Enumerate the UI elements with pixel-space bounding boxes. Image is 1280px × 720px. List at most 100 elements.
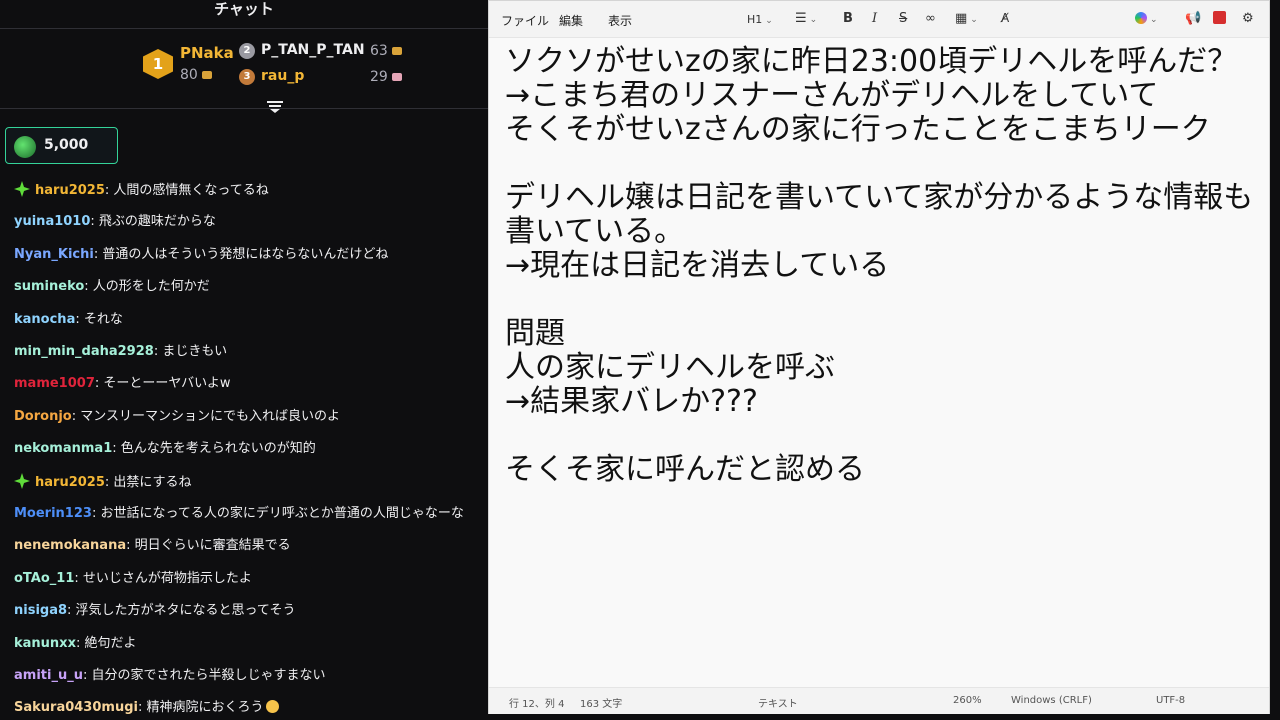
leaderboard-third-points: 29 bbox=[370, 69, 402, 85]
chat-username[interactable]: haru2025 bbox=[35, 183, 105, 198]
leaderboard-second-name[interactable]: P_TAN_P_TAN bbox=[261, 42, 365, 58]
chat-message-text: : せいじさんが荷物指示したよ bbox=[74, 570, 252, 586]
chat-message: min_min_daha2928: まじきもい bbox=[14, 343, 488, 361]
coin-icon bbox=[201, 71, 212, 79]
chat-username[interactable]: Nyan_Kichi bbox=[14, 247, 94, 262]
chat-message-text: : 普通の人はそういう発想にはならないんだけどね bbox=[93, 246, 389, 262]
divider bbox=[0, 108, 488, 109]
notepad-text-area[interactable]: ソクソがせいzの家に昨日23:00頃デリヘルを呼んだ？ →こまち君のリスナーさん… bbox=[505, 45, 1265, 645]
chat-message: amiti_u_u: 自分の家でされたら半殺しじゃすまない bbox=[14, 667, 488, 685]
menu-edit[interactable]: 編集 bbox=[559, 12, 583, 29]
chat-message-text: : 色んな先を考えられないのが知的 bbox=[112, 441, 316, 457]
chat-username[interactable]: haru2025 bbox=[35, 475, 105, 490]
menu-file[interactable]: ファイル bbox=[501, 12, 549, 29]
chat-message: sumineko: 人の形をした何かだ bbox=[14, 278, 488, 296]
chat-header: チャット bbox=[0, 0, 488, 20]
char-count: 163 文字 bbox=[580, 699, 623, 710]
pinned-cheer-badge[interactable]: 5,000 bbox=[5, 127, 118, 164]
notepad-window: ファイル 編集 表示 H1 ⌄ ☰ ⌄ B I S ∞ ▦ ⌄ A̸ ⌄ 📢 ⚙ ソク… bbox=[488, 0, 1270, 714]
chat-username[interactable]: oTAo_11 bbox=[14, 571, 74, 586]
link-icon[interactable]: ∞ bbox=[925, 11, 936, 26]
table-icon: ▦ bbox=[955, 11, 968, 26]
chat-username[interactable]: nenemokanana bbox=[14, 538, 126, 553]
points-value: 29 bbox=[370, 69, 388, 85]
heading-dropdown[interactable]: H1 ⌄ bbox=[747, 13, 773, 26]
chat-username[interactable]: sumineko bbox=[14, 279, 84, 294]
leaderboard bbox=[0, 29, 488, 107]
copilot-icon bbox=[1135, 12, 1147, 24]
leaderboard-first-points: 80 bbox=[180, 67, 212, 83]
chat-username[interactable]: mame1007 bbox=[14, 376, 95, 391]
chat-message-text: : 人の形をした何かだ bbox=[84, 279, 210, 295]
rank-2-badge: 2 bbox=[239, 43, 255, 59]
chat-message-text: : 出禁にするね bbox=[104, 474, 192, 490]
app-badge-icon[interactable] bbox=[1213, 11, 1226, 26]
chat-message-text: : 人間の感情無くなってるね bbox=[104, 183, 269, 198]
coin-icon bbox=[391, 73, 402, 81]
line-ending[interactable]: Windows (CRLF) bbox=[1011, 695, 1092, 706]
sparkle-icon bbox=[14, 181, 30, 197]
chat-username[interactable]: Doronjo bbox=[14, 409, 72, 424]
chat-username[interactable]: nekomanma1 bbox=[14, 441, 112, 456]
list-dropdown[interactable]: ☰ ⌄ bbox=[795, 11, 817, 26]
chevron-down-icon: ⌄ bbox=[809, 15, 818, 25]
copilot-dropdown[interactable]: ⌄ bbox=[1135, 11, 1158, 26]
pinned-amount: 5,000 bbox=[44, 137, 89, 153]
bold-button[interactable]: B bbox=[843, 11, 853, 26]
cursor-position: 行 12、列 4 bbox=[509, 699, 565, 710]
chat-message: Nyan_Kichi: 普通の人はそういう発想にはならないんだけどね bbox=[14, 246, 488, 264]
list-icon: ☰ bbox=[795, 11, 807, 26]
encoding[interactable]: UTF-8 bbox=[1156, 695, 1185, 706]
heading-label: H1 bbox=[747, 13, 763, 26]
rank-3-badge: 3 bbox=[239, 69, 255, 85]
chat-message-text: : 絶句だよ bbox=[75, 635, 137, 651]
chat-username[interactable]: nisiga8 bbox=[14, 603, 67, 618]
zoom-level[interactable]: 260% bbox=[953, 695, 982, 706]
expand-leaderboard-icon[interactable] bbox=[266, 100, 284, 114]
chat-message: mame1007: そーとーーヤバいよw bbox=[14, 375, 488, 393]
background bbox=[1270, 0, 1280, 720]
chat-username[interactable]: Sakura0430mugi bbox=[14, 700, 138, 715]
background bbox=[488, 714, 1270, 720]
chat-message: haru2025: 人間の感情無くなってるね bbox=[14, 181, 488, 200]
chat-message: Sakura0430mugi: 精神病院におくろう bbox=[14, 699, 488, 717]
chat-username[interactable]: amiti_u_u bbox=[14, 668, 83, 683]
chat-message: nisiga8: 浮気した方がネタになると思ってそう bbox=[14, 602, 488, 620]
points-value: 63 bbox=[370, 43, 388, 59]
table-dropdown[interactable]: ▦ ⌄ bbox=[955, 11, 978, 26]
leaderboard-first-name[interactable]: PNaka bbox=[180, 44, 234, 62]
points-value: 80 bbox=[180, 67, 198, 83]
sparkle-icon bbox=[14, 472, 30, 489]
menu-view[interactable]: 表示 bbox=[608, 12, 632, 29]
leaderboard-third-name[interactable]: rau_p bbox=[261, 68, 304, 84]
chat-message-text: : 浮気した方がネタになると思ってそう bbox=[67, 603, 296, 619]
chat-message-text: : 飛ぶの趣味だからな bbox=[90, 214, 216, 230]
clear-formatting-icon[interactable]: A̸ bbox=[1001, 11, 1009, 25]
chat-message-text: : まじきもい bbox=[153, 344, 228, 359]
chat-message: kanocha: それな bbox=[14, 311, 488, 329]
chevron-down-icon: ⌄ bbox=[765, 16, 773, 26]
chat-message-text: : 明日ぐらいに審査結果でる bbox=[126, 538, 291, 554]
chat-message: nekomanma1: 色んな先を考えられないのが知的 bbox=[14, 440, 488, 458]
chat-message-text: : マンスリーマンションにでも入れば良いのよ bbox=[71, 408, 340, 424]
strikethrough-button[interactable]: S bbox=[899, 11, 907, 26]
chat-message: nenemokanana: 明日ぐらいに審査結果でる bbox=[14, 537, 488, 555]
coin-icon bbox=[391, 47, 402, 55]
chat-message-text: : 精神病院におくろう bbox=[137, 700, 264, 716]
chat-message: Moerin123: お世話になってる人の家にデリ呼ぶとか普通の人間じゃなーな bbox=[14, 505, 488, 523]
chat-username[interactable]: kanocha bbox=[14, 312, 75, 327]
chat-username[interactable]: Moerin123 bbox=[14, 506, 92, 521]
chat-message-text: : 自分の家でされたら半殺しじゃすまない bbox=[82, 668, 326, 683]
chat-title: チャット bbox=[214, 0, 274, 18]
chat-username[interactable]: yuina1010 bbox=[14, 214, 90, 229]
megaphone-icon[interactable]: 📢 bbox=[1185, 11, 1201, 26]
chat-username[interactable]: min_min_daha2928 bbox=[14, 344, 154, 359]
italic-button[interactable]: I bbox=[872, 11, 877, 26]
chat-message: Doronjo: マンスリーマンションにでも入れば良いのよ bbox=[14, 408, 488, 426]
chat-message: oTAo_11: せいじさんが荷物指示したよ bbox=[14, 570, 488, 588]
chat-message-text: : そーとーーヤバいよw bbox=[94, 376, 231, 392]
chat-username[interactable]: kanunxx bbox=[14, 636, 76, 651]
gear-icon[interactable]: ⚙ bbox=[1242, 11, 1254, 26]
chevron-down-icon: ⌄ bbox=[1150, 15, 1158, 25]
chat-message-text: : お世話になってる人の家にデリ呼ぶとか普通の人間じゃなーな bbox=[91, 506, 464, 521]
